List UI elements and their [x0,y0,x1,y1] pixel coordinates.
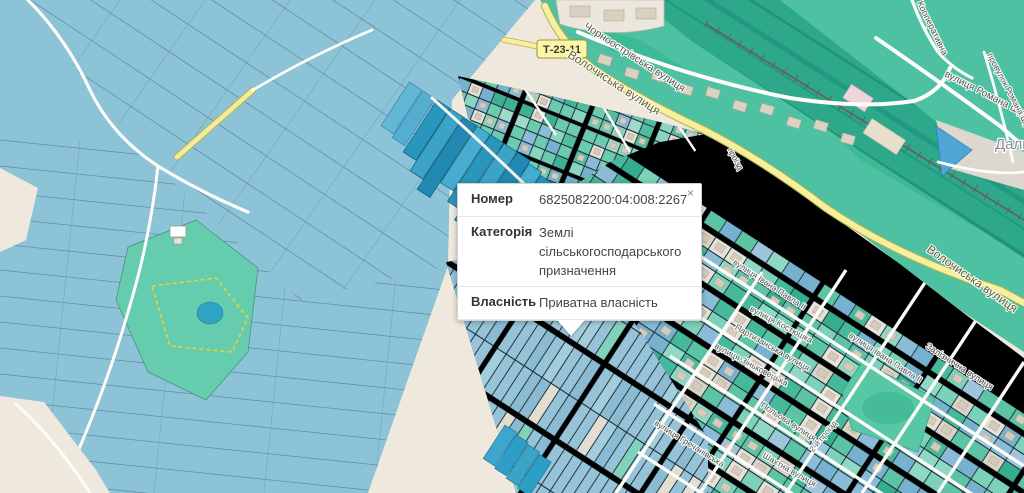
parcel-info-popup: × Номер 6825082200:04:008:2267 Категорія… [457,183,702,321]
field-label: Номер [471,191,531,210]
place-label: Дальні Гречани [995,136,1024,153]
popup-row-category: Категорія Землі сільськогосподарського п… [458,217,701,288]
popup-pointer [557,320,585,336]
popup-row-ownership: Власність Приватна власність [458,287,701,320]
parcel-ownership-value: Приватна власність [531,294,688,313]
map-viewport[interactable]: Т-23-11 Чорноострівська вулицяВолочиська… [0,0,1024,493]
close-icon[interactable]: × [687,186,694,200]
field-label: Власність [471,294,531,313]
field-label: Категорія [471,224,531,281]
popup-row-number: Номер 6825082200:04:008:2267 [458,184,701,217]
parcel-category-value: Землі сільськогосподарського призначення [531,224,688,281]
parcel-number-value: 6825082200:04:008:2267 [531,191,688,210]
